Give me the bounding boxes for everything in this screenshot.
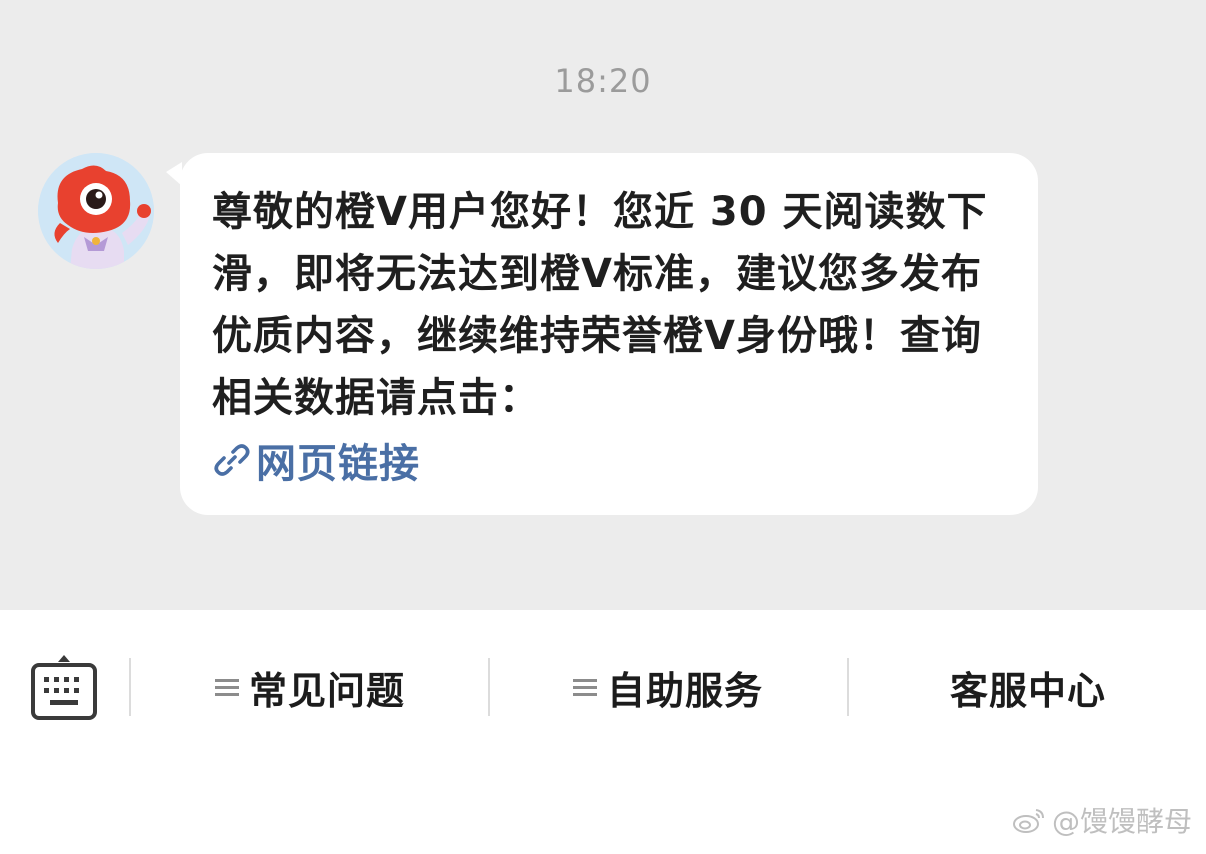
- menu-divider: [129, 658, 131, 716]
- link-icon: [214, 444, 250, 476]
- sender-avatar[interactable]: [38, 153, 154, 269]
- message-text: 尊敬的橙V用户您好！您近 30 天阅读数下滑，即将无法达到橙V标准，建议您多发布…: [212, 189, 988, 421]
- menu-faq-label: 常见问题: [248, 668, 405, 713]
- menu-self-service[interactable]: 自助服务: [490, 662, 846, 713]
- menu-faq[interactable]: 常见问题: [132, 662, 488, 713]
- chat-area: 18:20 尊敬的橙V用户您好！您近 30 天阅读数下滑，即将无法达到橙V标准，…: [0, 0, 1206, 610]
- menu-customer-service[interactable]: 客服中心: [850, 662, 1206, 713]
- message-bubble: 尊敬的橙V用户您好！您近 30 天阅读数下滑，即将无法达到橙V标准，建议您多发布…: [180, 153, 1038, 515]
- weibo-logo-icon: [1012, 809, 1044, 833]
- link-label[interactable]: 网页链接: [256, 431, 420, 489]
- menu-lines-icon: [214, 679, 239, 696]
- watermark-text: @馒馒酵母: [1051, 805, 1192, 838]
- menu-customer-service-label: 客服中心: [949, 668, 1106, 713]
- message-timestamp: 18:20: [554, 62, 652, 100]
- watermark: @馒馒酵母: [1012, 800, 1192, 840]
- keyboard-icon: [31, 655, 97, 720]
- menu-lines-icon: [572, 679, 597, 696]
- message-link[interactable]: 网页链接: [212, 429, 1008, 491]
- menu-self-service-label: 自助服务: [606, 668, 763, 713]
- mascot-icon: [38, 153, 154, 269]
- keyboard-toggle-button[interactable]: [30, 652, 98, 722]
- menu-divider: [847, 658, 849, 716]
